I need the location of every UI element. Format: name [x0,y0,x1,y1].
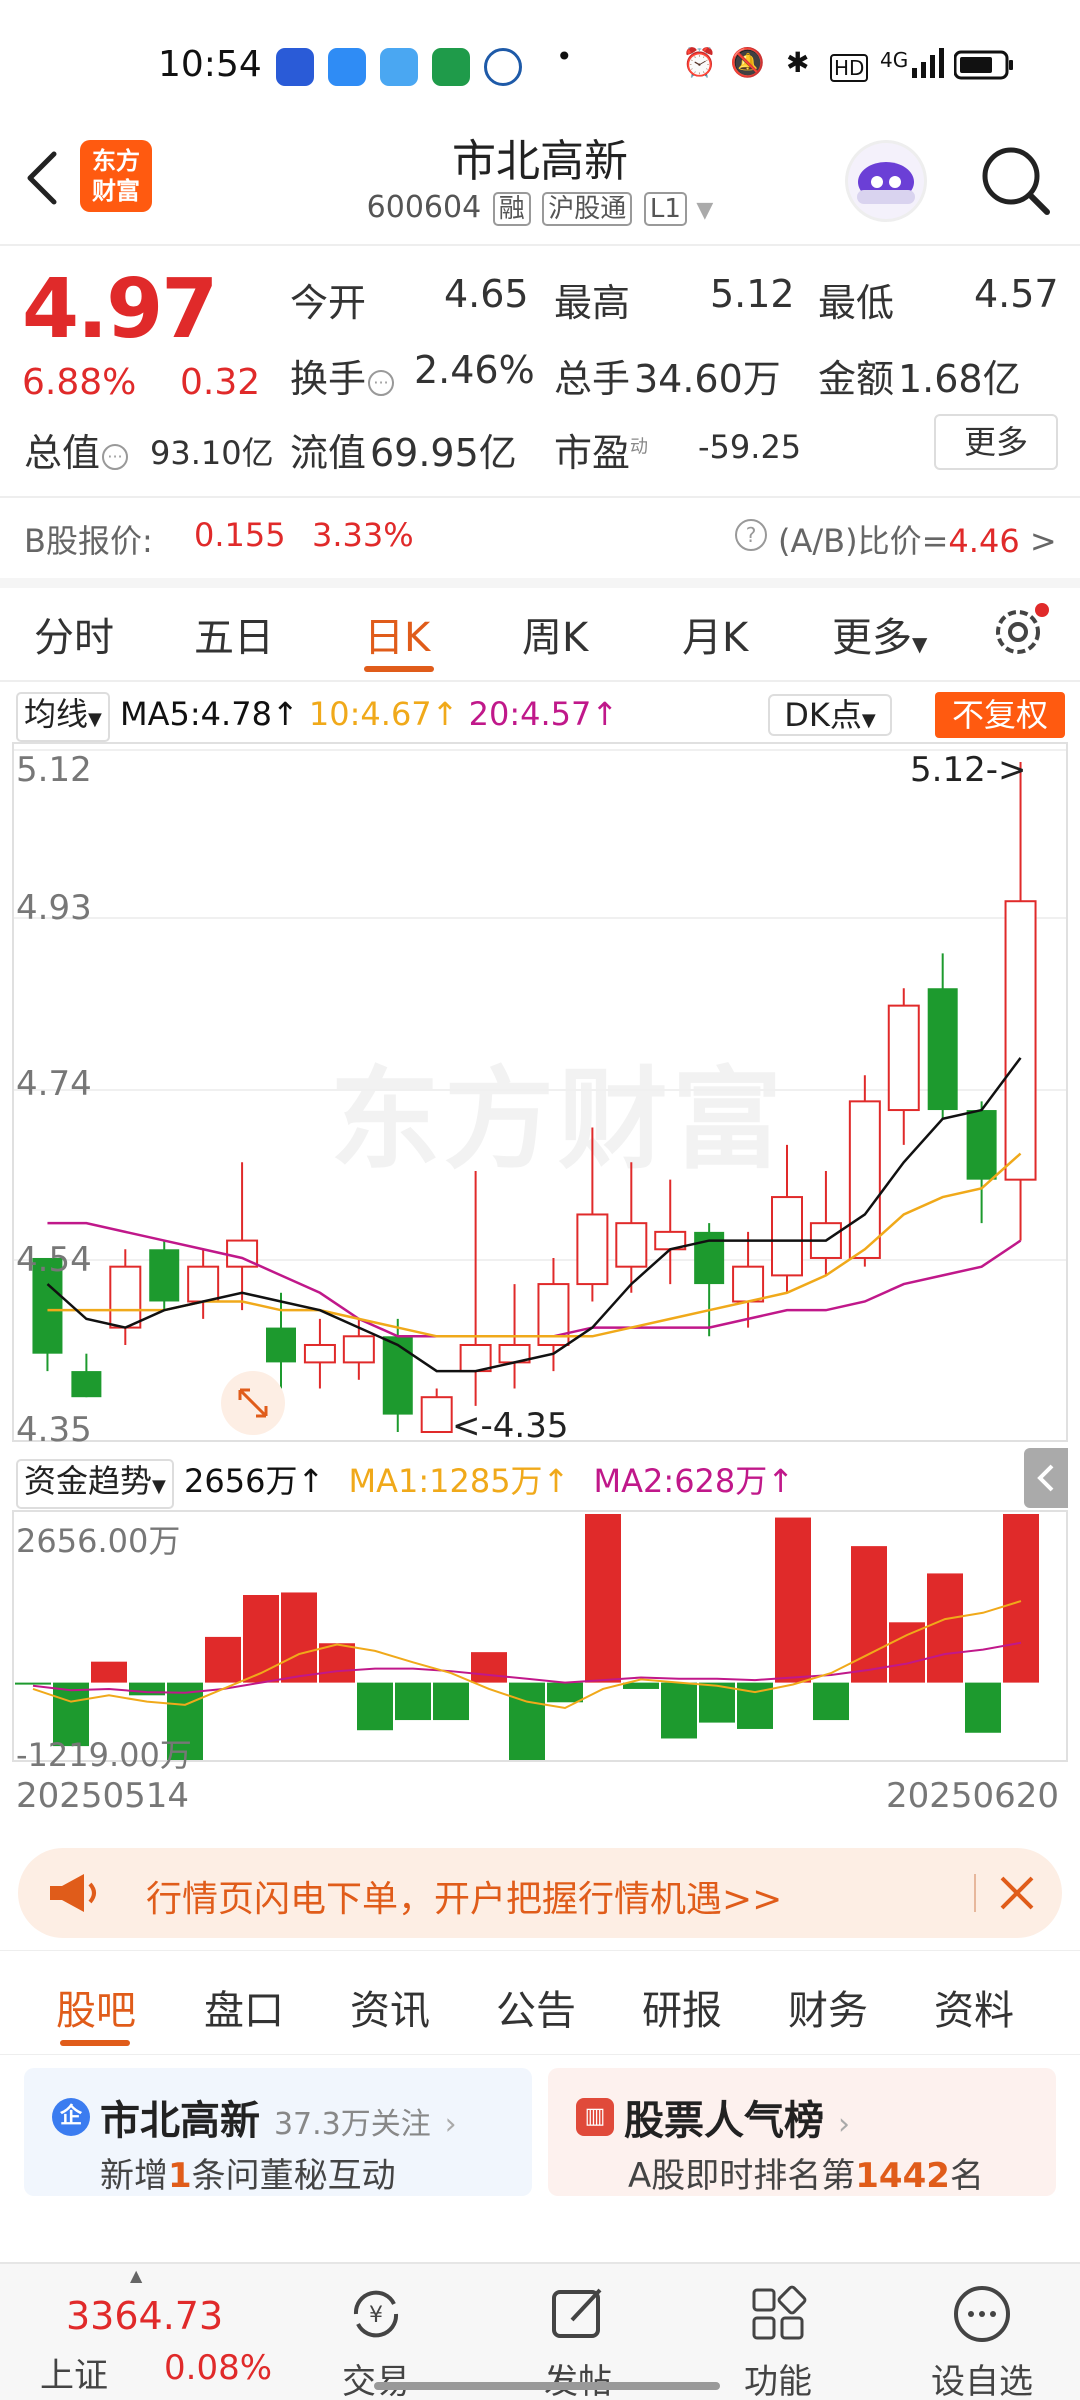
close-icon[interactable] [994,1870,1040,1920]
ranking-chart-icon: ▥ [576,2098,614,2136]
popularity-title-text: 股票人气榜 [624,2098,824,2144]
flow-bar-inflow [91,1661,127,1683]
tab-research[interactable]: 研报 [642,1978,722,2036]
tab-pankou[interactable]: 盘口 [204,1978,284,2036]
index-value[interactable]: 3364.73 [66,2294,223,2338]
popularity-sub-post: 名 [949,2156,984,2196]
date-start-label: 20250514 [16,1776,190,1816]
trade-yuan-icon: ¥ [346,2284,406,2344]
nav-functions-label: 功能 [744,2362,812,2400]
company-card-title: 市北高新 37.3万关注 › [100,2088,457,2146]
flow-bar-inflow [319,1643,355,1683]
flow-bar-outflow [357,1682,393,1731]
company-name: 市北高新 [100,2098,260,2144]
flow-bar-outflow [965,1682,1001,1733]
flow-bar-inflow [585,1514,621,1683]
home-indicator [374,2382,720,2390]
flow-bar-outflow [813,1682,849,1721]
flow-bar-inflow [205,1636,241,1683]
flow-bar-outflow [129,1682,165,1696]
divider [0,1950,1080,1951]
company-card-sub: 新增1条问董秘互动 [100,2148,396,2197]
popularity-card-sub: A股即时排名第1442名 [628,2148,984,2197]
flow-bar-outflow [15,1682,51,1685]
popularity-card[interactable]: ▥ 股票人气榜 › A股即时排名第1442名 [548,2068,1056,2196]
promo-text: 行情页闪电下单，开户把握行情机遇>> [146,1879,783,1920]
index-name[interactable]: 上证 [40,2348,108,2397]
flow-bar-inflow [889,1622,925,1683]
nav-post-label: 发帖 [544,2362,612,2400]
company-card-sub-post: 条问董秘互动 [191,2156,396,2196]
flow-max-label: 2656.00万 [16,1522,181,1560]
grid-functions-icon [748,2284,808,2344]
active-tab-indicator [60,2040,130,2046]
popularity-rank: 1442 [855,2156,950,2196]
flow-bar-inflow [1003,1514,1039,1683]
svg-text:¥: ¥ [369,2303,383,2328]
nav-add-watchlist-label: 设自选 [931,2362,1033,2400]
popularity-sub-pre: A股即时排名第 [628,2156,856,2196]
follow-count: 37.3万关注 [273,2107,431,2142]
more-dots-icon [952,2284,1012,2344]
flow-min-label: -1219.00万 [16,1736,192,1774]
tab-profile[interactable]: 资料 [934,1978,1014,2036]
tab-announcements[interactable]: 公告 [496,1978,576,2036]
promo-banner[interactable]: 行情页闪电下单，开户把握行情机遇>> [18,1848,1062,1938]
tab-guba[interactable]: 股吧 [56,1978,136,2036]
megaphone-icon [46,1870,106,1920]
popularity-card-title: 股票人气榜 › [624,2088,850,2146]
flow-bar-outflow [509,1682,545,1760]
divider [0,2054,1080,2055]
flow-bar-inflow [471,1652,507,1683]
index-pct[interactable]: 0.08% [164,2348,272,2388]
flow-bar-outflow [433,1682,469,1721]
flow-bar-inflow [243,1595,279,1683]
flow-bar-outflow [395,1682,431,1721]
company-card-sub-pre: 新增 [100,2156,168,2196]
flow-bar-outflow [661,1682,697,1739]
bottom-nav: ▲ 3364.73 上证 0.08% ¥ 交易 发帖 功能 设自选 [0,2262,1080,2400]
flow-bar-inflow [851,1546,887,1683]
nav-trade-label: 交易 [342,2362,410,2400]
date-end-label: 20250620 [886,1776,1060,1816]
fund-flow-chart[interactable] [0,0,1080,2400]
flow-bar-inflow [775,1517,811,1683]
flow-bar-inflow [281,1592,317,1683]
company-card-sub-num: 1 [168,2156,192,2196]
edit-post-icon [548,2284,608,2344]
chevron-right-icon: › [837,2107,850,2142]
tab-news[interactable]: 资讯 [350,1978,430,2036]
divider [974,1874,976,1912]
enterprise-icon: 企 [52,2098,90,2136]
tab-finance[interactable]: 财务 [788,1978,868,2036]
flow-bar-outflow [547,1682,583,1703]
caret-up-icon[interactable]: ▲ [130,2266,142,2285]
flow-bar-inflow [927,1573,963,1683]
chevron-right-icon: › [444,2107,457,2142]
company-card[interactable]: 企 市北高新 37.3万关注 › 新增1条问董秘互动 [24,2068,532,2196]
